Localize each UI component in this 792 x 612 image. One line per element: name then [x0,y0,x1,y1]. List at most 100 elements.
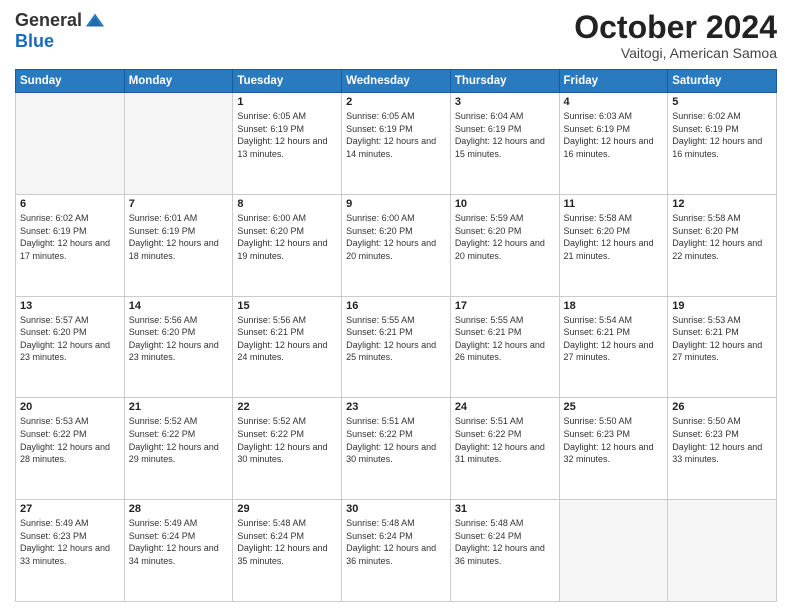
logo-icon [84,10,106,32]
day-info: Sunrise: 6:04 AM Sunset: 6:19 PM Dayligh… [455,110,555,160]
day-info: Sunrise: 5:58 AM Sunset: 6:20 PM Dayligh… [672,212,772,262]
day-number: 31 [455,503,555,515]
day-number: 25 [564,401,664,413]
day-number: 11 [564,198,664,210]
calendar-week-3: 20 Sunrise: 5:53 AM Sunset: 6:22 PM Dayli… [16,398,777,500]
calendar-cell-0-2: 1Sunrise: 6:05 AM Sunset: 6:19 PM Daylig… [233,93,342,195]
day-info: Sunrise: 6:03 AM Sunset: 6:19 PM Dayligh… [564,110,664,160]
day-info: Sunrise: 5:49 AM Sunset: 6:23 PM Dayligh… [20,517,120,567]
day-info: Sunrise: 5:58 AM Sunset: 6:20 PM Dayligh… [564,212,664,262]
day-number: 9 [346,198,446,210]
calendar-cell-1-1: 7 Sunrise: 6:01 AM Sunset: 6:19 PM Daylig… [124,194,233,296]
day-info: Sunrise: 6:01 AM Sunset: 6:19 PM Dayligh… [129,212,229,262]
day-info: Sunrise: 6:02 AM Sunset: 6:19 PM Dayligh… [20,212,120,262]
calendar-cell-3-1: 21 Sunrise: 5:52 AM Sunset: 6:22 PM Dayli… [124,398,233,500]
calendar-cell-4-0: 27 Sunrise: 5:49 AM Sunset: 6:23 PM Dayli… [16,500,125,602]
day-number: 8 [237,198,337,210]
title-section: October 2024 Vaitogi, American Samoa [574,10,777,61]
day-number: 14 [129,300,229,312]
calendar-cell-3-5: 25 Sunrise: 5:50 AM Sunset: 6:23 PM Dayli… [559,398,668,500]
day-number: 10 [455,198,555,210]
logo: General Blue [15,10,106,52]
calendar-cell-4-1: 28 Sunrise: 5:49 AM Sunset: 6:24 PM Dayli… [124,500,233,602]
weekday-header-wednesday: Wednesday [342,70,451,93]
day-info: Sunrise: 5:49 AM Sunset: 6:24 PM Dayligh… [129,517,229,567]
header: General Blue October 2024 Vaitogi, Ameri… [15,10,777,61]
day-info: Sunrise: 5:51 AM Sunset: 6:22 PM Dayligh… [346,415,446,465]
day-number: 7 [129,198,229,210]
logo-general-text: General [15,11,82,31]
day-number: 27 [20,503,120,515]
calendar-cell-2-5: 18 Sunrise: 5:54 AM Sunset: 6:21 PM Dayli… [559,296,668,398]
day-info: Sunrise: 5:53 AM Sunset: 6:22 PM Dayligh… [20,415,120,465]
calendar-cell-2-6: 19Sunrise: 5:53 AM Sunset: 6:21 PM Dayli… [668,296,777,398]
day-number: 12 [672,198,772,210]
month-title: October 2024 [574,10,777,45]
calendar-cell-1-5: 11 Sunrise: 5:58 AM Sunset: 6:20 PM Dayli… [559,194,668,296]
weekday-header-tuesday: Tuesday [233,70,342,93]
weekday-header-friday: Friday [559,70,668,93]
calendar-cell-3-4: 24Sunrise: 5:51 AM Sunset: 6:22 PM Dayli… [450,398,559,500]
day-number: 29 [237,503,337,515]
day-number: 30 [346,503,446,515]
day-info: Sunrise: 5:48 AM Sunset: 6:24 PM Dayligh… [346,517,446,567]
calendar-cell-2-3: 16 Sunrise: 5:55 AM Sunset: 6:21 PM Dayli… [342,296,451,398]
calendar-cell-0-3: 2Sunrise: 6:05 AM Sunset: 6:19 PM Daylig… [342,93,451,195]
day-number: 3 [455,96,555,108]
day-info: Sunrise: 5:50 AM Sunset: 6:23 PM Dayligh… [672,415,772,465]
day-number: 6 [20,198,120,210]
calendar-cell-4-2: 29Sunrise: 5:48 AM Sunset: 6:24 PM Dayli… [233,500,342,602]
calendar-week-4: 27 Sunrise: 5:49 AM Sunset: 6:23 PM Dayli… [16,500,777,602]
day-number: 17 [455,300,555,312]
calendar-cell-1-4: 10Sunrise: 5:59 AM Sunset: 6:20 PM Dayli… [450,194,559,296]
calendar-cell-3-3: 23 Sunrise: 5:51 AM Sunset: 6:22 PM Dayli… [342,398,451,500]
calendar: SundayMondayTuesdayWednesdayThursdayFrid… [15,69,777,602]
day-info: Sunrise: 5:53 AM Sunset: 6:21 PM Dayligh… [672,314,772,364]
day-number: 18 [564,300,664,312]
day-info: Sunrise: 5:56 AM Sunset: 6:21 PM Dayligh… [237,314,337,364]
calendar-cell-4-5 [559,500,668,602]
day-info: Sunrise: 5:51 AM Sunset: 6:22 PM Dayligh… [455,415,555,465]
calendar-cell-2-2: 15Sunrise: 5:56 AM Sunset: 6:21 PM Dayli… [233,296,342,398]
day-number: 23 [346,401,446,413]
day-number: 21 [129,401,229,413]
calendar-cell-0-5: 4Sunrise: 6:03 AM Sunset: 6:19 PM Daylig… [559,93,668,195]
location: Vaitogi, American Samoa [574,45,777,61]
day-info: Sunrise: 6:05 AM Sunset: 6:19 PM Dayligh… [346,110,446,160]
calendar-cell-3-0: 20 Sunrise: 5:53 AM Sunset: 6:22 PM Dayli… [16,398,125,500]
calendar-cell-0-4: 3 Sunrise: 6:04 AM Sunset: 6:19 PM Daylig… [450,93,559,195]
day-number: 16 [346,300,446,312]
calendar-cell-4-3: 30 Sunrise: 5:48 AM Sunset: 6:24 PM Dayli… [342,500,451,602]
calendar-cell-1-2: 8 Sunrise: 6:00 AM Sunset: 6:20 PM Daylig… [233,194,342,296]
calendar-week-0: 1Sunrise: 6:05 AM Sunset: 6:19 PM Daylig… [16,93,777,195]
day-info: Sunrise: 6:05 AM Sunset: 6:19 PM Dayligh… [237,110,337,160]
day-info: Sunrise: 5:48 AM Sunset: 6:24 PM Dayligh… [455,517,555,567]
day-info: Sunrise: 5:54 AM Sunset: 6:21 PM Dayligh… [564,314,664,364]
day-info: Sunrise: 5:52 AM Sunset: 6:22 PM Dayligh… [237,415,337,465]
calendar-week-2: 13Sunrise: 5:57 AM Sunset: 6:20 PM Dayli… [16,296,777,398]
calendar-cell-4-4: 31 Sunrise: 5:48 AM Sunset: 6:24 PM Dayli… [450,500,559,602]
calendar-cell-1-0: 6 Sunrise: 6:02 AM Sunset: 6:19 PM Daylig… [16,194,125,296]
day-info: Sunrise: 5:52 AM Sunset: 6:22 PM Dayligh… [129,415,229,465]
day-number: 20 [20,401,120,413]
calendar-cell-2-1: 14Sunrise: 5:56 AM Sunset: 6:20 PM Dayli… [124,296,233,398]
calendar-cell-1-6: 12 Sunrise: 5:58 AM Sunset: 6:20 PM Dayli… [668,194,777,296]
day-number: 28 [129,503,229,515]
weekday-header-sunday: Sunday [16,70,125,93]
calendar-week-1: 6 Sunrise: 6:02 AM Sunset: 6:19 PM Daylig… [16,194,777,296]
day-number: 5 [672,96,772,108]
calendar-cell-0-1 [124,93,233,195]
page: General Blue October 2024 Vaitogi, Ameri… [0,0,792,612]
day-info: Sunrise: 6:00 AM Sunset: 6:20 PM Dayligh… [237,212,337,262]
day-info: Sunrise: 5:55 AM Sunset: 6:21 PM Dayligh… [346,314,446,364]
day-number: 22 [237,401,337,413]
day-number: 13 [20,300,120,312]
day-info: Sunrise: 5:50 AM Sunset: 6:23 PM Dayligh… [564,415,664,465]
logo-blue-text: Blue [15,31,54,51]
calendar-cell-3-6: 26 Sunrise: 5:50 AM Sunset: 6:23 PM Dayli… [668,398,777,500]
day-info: Sunrise: 6:02 AM Sunset: 6:19 PM Dayligh… [672,110,772,160]
day-number: 26 [672,401,772,413]
weekday-header-monday: Monday [124,70,233,93]
day-info: Sunrise: 5:55 AM Sunset: 6:21 PM Dayligh… [455,314,555,364]
calendar-cell-0-0 [16,93,125,195]
